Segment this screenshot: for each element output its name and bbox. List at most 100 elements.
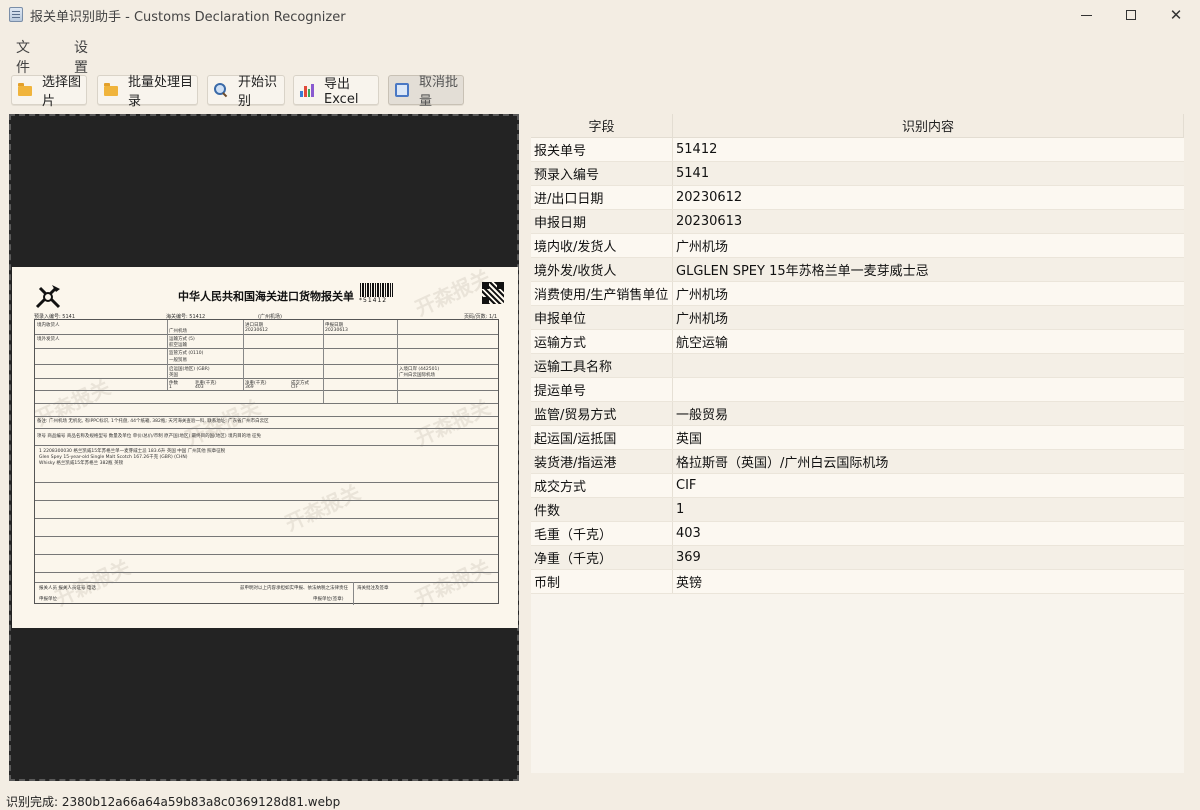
start-recognize-label: 开始识别 (238, 75, 278, 109)
table-row[interactable]: 起运国/运抵国 英国 (531, 426, 1184, 450)
start-recognize-button[interactable]: 开始识别 (207, 75, 285, 109)
field-value-cell[interactable]: 广州机场 (673, 234, 1184, 257)
status-bar: 识别完成: 2380b12a66a64a59b83a8c0369128d81.w… (6, 795, 341, 809)
doc-footer-mid: 兹申明对以上内容承担如实申报、依法纳税之法律责任 (240, 586, 348, 591)
table-body: 报关单号 51412 预录入编号 5141 进/出口日期 20230612 申报日期 2023… (531, 138, 1184, 594)
column-header-field[interactable]: 字段 (531, 114, 673, 137)
field-name-cell[interactable]: 件数 (531, 498, 673, 521)
export-excel-button[interactable]: 导出 Excel (293, 75, 379, 107)
close-icon: ✕ (1169, 6, 1183, 24)
field-name-cell[interactable]: 申报单位 (531, 306, 673, 329)
field-value-cell[interactable]: 英镑 (673, 570, 1184, 593)
table-row[interactable]: 件数 1 (531, 498, 1184, 522)
field-value-cell[interactable]: 航空运输 (673, 330, 1184, 353)
table-row[interactable]: 申报日期 20230613 (531, 210, 1184, 234)
barcode-number: *51412 (359, 297, 388, 304)
doc-goods-line: Whisky 格兰凯威15年苏格兰 382瓶 英镑 (39, 461, 124, 466)
field-name-cell[interactable]: 进/出口日期 (531, 186, 673, 209)
batch-directory-label: 批量处理目录 (128, 75, 194, 109)
doc-transport-value: 航空运输 (169, 343, 187, 348)
select-image-button[interactable]: 选择图片 (11, 75, 87, 109)
field-value-cell[interactable]: 51412 (673, 138, 1184, 161)
close-button[interactable]: ✕ (1153, 0, 1199, 30)
table-row[interactable]: 报关单号 51412 (531, 138, 1184, 162)
doc-declare-date-value: 20230613 (325, 328, 348, 333)
field-value-cell[interactable]: 369 (673, 546, 1184, 569)
table-row[interactable]: 进/出口日期 20230612 (531, 186, 1184, 210)
field-name-cell[interactable]: 运输工具名称 (531, 354, 673, 377)
field-name-cell[interactable]: 监管/贸易方式 (531, 402, 673, 425)
table-row[interactable]: 境内收/发货人 广州机场 (531, 234, 1184, 258)
field-value-cell[interactable]: 广州机场 (673, 282, 1184, 305)
doc-import-date-value: 20230612 (245, 328, 268, 333)
doc-footer-right: 海关批注及签章 (357, 586, 389, 591)
doc-footer-unit: 申报单位 (39, 597, 57, 602)
field-value-cell[interactable]: 格拉斯哥（英国）/广州白云国际机场 (673, 450, 1184, 473)
table-row[interactable]: 提运单号 (531, 378, 1184, 402)
title-bar: 报关单识别助手 - Customs Declaration Recognizer… (0, 0, 1200, 30)
field-name-cell[interactable]: 起运国/运抵国 (531, 426, 673, 449)
field-name-cell[interactable]: 境外发/收货人 (531, 258, 673, 281)
field-value-cell[interactable]: 英国 (673, 426, 1184, 449)
table-row[interactable]: 成交方式 CIF (531, 474, 1184, 498)
field-name-cell[interactable]: 装货港/指运港 (531, 450, 673, 473)
table-row[interactable]: 毛重（千克） 403 (531, 522, 1184, 546)
table-row[interactable]: 币制 英镑 (531, 570, 1184, 594)
table-row[interactable]: 预录入编号 5141 (531, 162, 1184, 186)
table-row[interactable]: 净重（千克） 369 (531, 546, 1184, 570)
field-value-cell[interactable]: CIF (673, 474, 1184, 497)
table-row[interactable]: 装货港/指运港 格拉斯哥（英国）/广州白云国际机场 (531, 450, 1184, 474)
barcode (360, 283, 393, 297)
window-title: 报关单识别助手 - Customs Declaration Recognizer (30, 10, 346, 25)
table-row[interactable]: 境外发/收货人 GLGLEN SPEY 15年苏格兰单一麦芽威士忌 (531, 258, 1184, 282)
minimize-button[interactable] (1063, 0, 1109, 30)
declaration-image: 开森报关 开森报关 开森报关 开森报关 开森报关 开森报关 开森报关 中华人民共… (12, 267, 518, 628)
doc-net-value: 369 (245, 385, 254, 390)
magnifier-icon (214, 83, 228, 97)
field-value-cell[interactable]: 5141 (673, 162, 1184, 185)
table-row[interactable]: 运输方式 航空运输 (531, 330, 1184, 354)
batch-directory-button[interactable]: 批量处理目录 (97, 75, 198, 109)
doc-gross-value: 403 (195, 385, 204, 390)
field-name-cell[interactable]: 报关单号 (531, 138, 673, 161)
field-value-cell[interactable]: 20230613 (673, 210, 1184, 233)
field-name-cell[interactable]: 境内收/发货人 (531, 234, 673, 257)
select-image-label: 选择图片 (42, 75, 82, 109)
table-row[interactable]: 监管/贸易方式 一般贸易 (531, 402, 1184, 426)
maximize-icon (1126, 10, 1136, 20)
field-name-cell[interactable]: 币制 (531, 570, 673, 593)
field-value-cell[interactable]: 广州机场 (673, 306, 1184, 329)
field-name-cell[interactable]: 申报日期 (531, 210, 673, 233)
doc-port-value: 广州白云国际机场 (399, 373, 435, 378)
field-name-cell[interactable]: 预录入编号 (531, 162, 673, 185)
table-row[interactable]: 运输工具名称 (531, 354, 1184, 378)
cancel-batch-button[interactable]: 取消批量 (388, 75, 464, 109)
doc-consignee-label: 境内收货人 (37, 323, 60, 328)
field-name-cell[interactable]: 消费使用/生产销售单位 (531, 282, 673, 305)
customs-emblem-icon (35, 285, 61, 309)
field-name-cell[interactable]: 毛重（千克） (531, 522, 673, 545)
field-name-cell[interactable]: 提运单号 (531, 378, 673, 401)
field-value-cell[interactable]: GLGLEN SPEY 15年苏格兰单一麦芽威士忌 (673, 258, 1184, 281)
column-header-content[interactable]: 识别内容 (673, 114, 1184, 137)
field-name-cell[interactable]: 运输方式 (531, 330, 673, 353)
table-row[interactable]: 申报单位 广州机场 (531, 306, 1184, 330)
maximize-button[interactable] (1108, 0, 1154, 30)
image-preview-panel[interactable]: 开森报关 开森报关 开森报关 开森报关 开森报关 开森报关 开森报关 中华人民共… (9, 114, 519, 781)
field-value-cell[interactable]: 一般贸易 (673, 402, 1184, 425)
doc-supervision-value: 一般贸易 (169, 358, 187, 363)
field-name-cell[interactable]: 净重（千克） (531, 546, 673, 569)
doc-terms-value: CIF (291, 385, 299, 390)
field-value-cell[interactable] (673, 378, 1184, 401)
qr-code (482, 282, 504, 304)
field-value-cell[interactable]: 20230612 (673, 186, 1184, 209)
field-name-cell[interactable]: 成交方式 (531, 474, 673, 497)
field-value-cell[interactable] (673, 354, 1184, 377)
results-table[interactable]: 字段 识别内容 报关单号 51412 预录入编号 5141 进/出口日期 20230612… (531, 114, 1184, 773)
folder-icon (104, 83, 118, 96)
field-value-cell[interactable]: 1 (673, 498, 1184, 521)
field-value-cell[interactable]: 403 (673, 522, 1184, 545)
menu-file[interactable]: 文件 (16, 37, 30, 77)
doc-consignee-value: 广州机场 (169, 329, 187, 334)
table-row[interactable]: 消费使用/生产销售单位 广州机场 (531, 282, 1184, 306)
